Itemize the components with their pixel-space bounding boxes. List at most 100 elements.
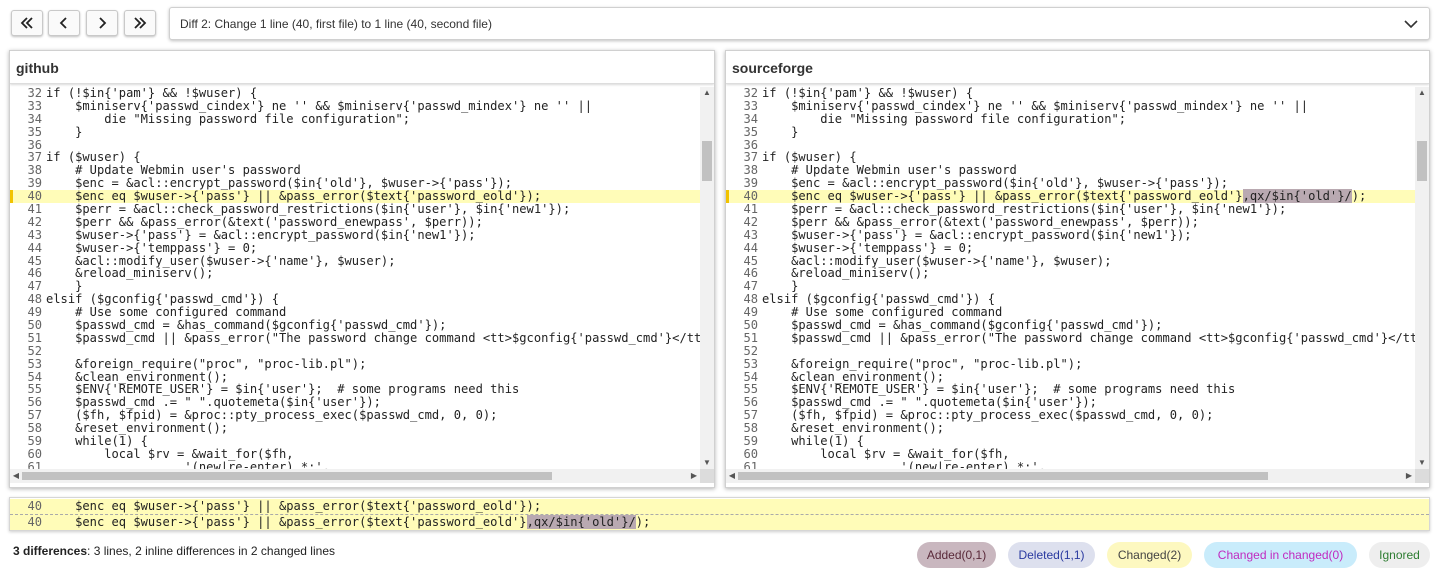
scroll-down-arrow-icon[interactable]: ▼ <box>700 457 714 469</box>
code-line: 41 $perr = &acl::check_password_restrict… <box>726 203 1415 216</box>
line-text: ($fh, $fpid) = &proc::pty_process_exec($… <box>46 408 498 423</box>
chevron-left-icon <box>59 17 67 29</box>
left-vertical-scroll-thumb[interactable] <box>702 141 712 181</box>
line-number: 35 <box>743 124 758 139</box>
previous-diff-button[interactable] <box>48 10 80 36</box>
line-number: 34 <box>743 111 758 126</box>
scroll-left-arrow-icon[interactable]: ◀ <box>10 469 22 483</box>
line-text: $miniserv{'passwd_cindex'} ne '' && $min… <box>762 98 1309 113</box>
code-line: 53 &foreign_require("proc", "proc-lib.pl… <box>10 356 700 371</box>
line-text: $wuser->{'pass'} = &acl::encrypt_passwor… <box>46 227 476 242</box>
scroll-up-arrow-icon[interactable]: ▲ <box>700 87 714 99</box>
line-number: 44 <box>743 240 758 255</box>
line-text: $ENV{'REMOTE_USER'} = $in{'user'}; # som… <box>762 382 1236 397</box>
right-horizontal-scrollbar[interactable]: ◀ ▶ <box>726 469 1415 483</box>
inline-added-text: ,qx/$in{'old'}/ <box>526 515 636 529</box>
scroll-left-arrow-icon[interactable]: ◀ <box>726 469 738 483</box>
line-number: 33 <box>27 98 42 113</box>
line-text: local $rv = &wait_for($fh, <box>46 446 294 461</box>
line-text: &clean_environment(); <box>46 369 229 384</box>
line-number: 53 <box>743 356 758 371</box>
right-horizontal-scroll-thumb[interactable] <box>738 472 1268 480</box>
scroll-right-arrow-icon[interactable]: ▶ <box>688 469 700 483</box>
legend-changed-in-changed-badge[interactable]: Changed in changed(0) <box>1204 542 1357 568</box>
line-number: 61 <box>743 459 758 469</box>
line-text-before: $enc eq $wuser->{'pass'} || &pass_error(… <box>46 515 527 529</box>
code-line: 50 $passwd_cmd = &has_command($gconfig{'… <box>10 319 700 332</box>
line-number: 60 <box>27 446 42 461</box>
right-code-view[interactable]: 32 if (!$in{'pam'} && !$wuser) {33 $minis… <box>726 87 1415 469</box>
left-panel-title: github <box>16 60 59 76</box>
code-line: 44 $wuser->{'temppass'} = 0; <box>726 240 1415 255</box>
left-horizontal-scrollbar[interactable]: ◀ ▶ <box>10 469 700 483</box>
right-vertical-scrollbar[interactable]: ▲ ▼ <box>1415 87 1429 469</box>
double-chevron-left-icon <box>20 17 33 29</box>
line-number: 61 <box>27 459 42 469</box>
line-text: $wuser->{'temppass'} = 0; <box>762 240 974 255</box>
line-number: 32 <box>27 87 42 100</box>
right-panel-header: sourceforge <box>726 51 1429 84</box>
legend-added-badge[interactable]: Added(0,1) <box>917 542 996 568</box>
comparison-line-first-file: 40 $enc eq $wuser->{'pass'} || &pass_err… <box>10 499 1429 514</box>
line-text: $passwd_cmd .= " ".quotemeta($in{'user'}… <box>762 395 1097 410</box>
line-number: 42 <box>27 214 42 229</box>
line-text: $passwd_cmd = &has_command($gconfig{'pas… <box>46 318 447 333</box>
line-text: while(1) { <box>762 434 864 449</box>
legend-ignored-badge[interactable]: Ignored <box>1369 542 1430 568</box>
line-number: 40 <box>27 515 42 529</box>
line-text: $wuser->{'pass'} = &acl::encrypt_passwor… <box>762 227 1192 242</box>
line-text: &reload_miniserv(); <box>762 266 930 281</box>
code-line: 33 $miniserv{'passwd_cindex'} ne '' && $… <box>10 98 700 113</box>
line-number: 51 <box>743 330 758 345</box>
legend-deleted-badge[interactable]: Deleted(1,1) <box>1008 542 1095 568</box>
code-line: 60 local $rv = &wait_for($fh, <box>726 446 1415 461</box>
line-text: $enc = &acl::encrypt_password($in{'old'}… <box>762 176 1228 191</box>
line-number: 60 <box>743 446 758 461</box>
left-vertical-scrollbar[interactable]: ▲ ▼ <box>700 87 714 469</box>
line-text: &reload_miniserv(); <box>46 266 214 281</box>
scroll-right-arrow-icon[interactable]: ▶ <box>1403 469 1415 483</box>
last-diff-button[interactable] <box>124 10 156 36</box>
right-vertical-scroll-thumb[interactable] <box>1417 141 1427 181</box>
line-text <box>42 138 46 152</box>
line-number: 41 <box>27 202 42 217</box>
code-line: 53 &foreign_require("proc", "proc-lib.pl… <box>726 356 1415 371</box>
code-line: 60 local $rv = &wait_for($fh, <box>10 446 700 461</box>
line-text: '(new|re-enter).*:', <box>46 459 330 469</box>
line-text: local $rv = &wait_for($fh, <box>762 446 1010 461</box>
left-file-panel: github 32 if (!$in{'pam'} && !$wuser) {33… <box>9 50 715 488</box>
line-number: 52 <box>743 343 758 358</box>
next-diff-button[interactable] <box>86 10 118 36</box>
code-line: 43 $wuser->{'pass'} = &acl::encrypt_pass… <box>726 227 1415 242</box>
line-number: 51 <box>27 330 42 345</box>
code-line: 59 while(1) { <box>726 435 1415 448</box>
line-text: $perr && &pass_error(&text('password_ene… <box>46 214 483 229</box>
diff-selector-dropdown[interactable]: Diff 2: Change 1 line (40, first file) t… <box>169 7 1430 40</box>
line-text: if ($wuser) { <box>46 150 141 165</box>
line-text: &reset_environment(); <box>46 421 229 436</box>
code-line: 51 $passwd_cmd || &pass_error("The passw… <box>726 330 1415 345</box>
code-line: 59 while(1) { <box>10 435 700 448</box>
first-diff-button[interactable] <box>11 10 43 36</box>
code-line: 35 } <box>726 124 1415 139</box>
line-text: $perr = &acl::check_password_restriction… <box>46 202 571 217</box>
left-scroll-corner <box>700 469 714 483</box>
scroll-up-arrow-icon[interactable]: ▲ <box>1415 87 1429 99</box>
code-line: 33 $miniserv{'passwd_cindex'} ne '' && $… <box>726 98 1415 113</box>
line-text <box>758 138 762 152</box>
line-text: &foreign_require("proc", "proc-lib.pl"); <box>46 356 367 371</box>
line-text: $passwd_cmd = &has_command($gconfig{'pas… <box>762 318 1163 333</box>
code-line: 34 die "Missing password file configurat… <box>726 111 1415 126</box>
line-text: } <box>762 279 799 294</box>
left-horizontal-scroll-thumb[interactable] <box>22 472 552 480</box>
scroll-down-arrow-icon[interactable]: ▼ <box>1415 457 1429 469</box>
line-text: } <box>46 279 83 294</box>
left-code-view[interactable]: 32 if (!$in{'pam'} && !$wuser) {33 $minis… <box>10 87 700 469</box>
line-text: elsif ($gconfig{'passwd_cmd'}) { <box>46 292 279 307</box>
line-text: '(new|re-enter).*:', <box>762 459 1046 469</box>
line-text: $passwd_cmd || &pass_error("The password… <box>791 330 1415 345</box>
line-text: $perr && &pass_error(&text('password_ene… <box>762 214 1199 229</box>
line-text: $wuser->{'temppass'} = 0; <box>46 240 258 255</box>
legend-changed-badge[interactable]: Changed(2) <box>1107 542 1192 568</box>
code-line: 44 $wuser->{'temppass'} = 0; <box>10 240 700 255</box>
